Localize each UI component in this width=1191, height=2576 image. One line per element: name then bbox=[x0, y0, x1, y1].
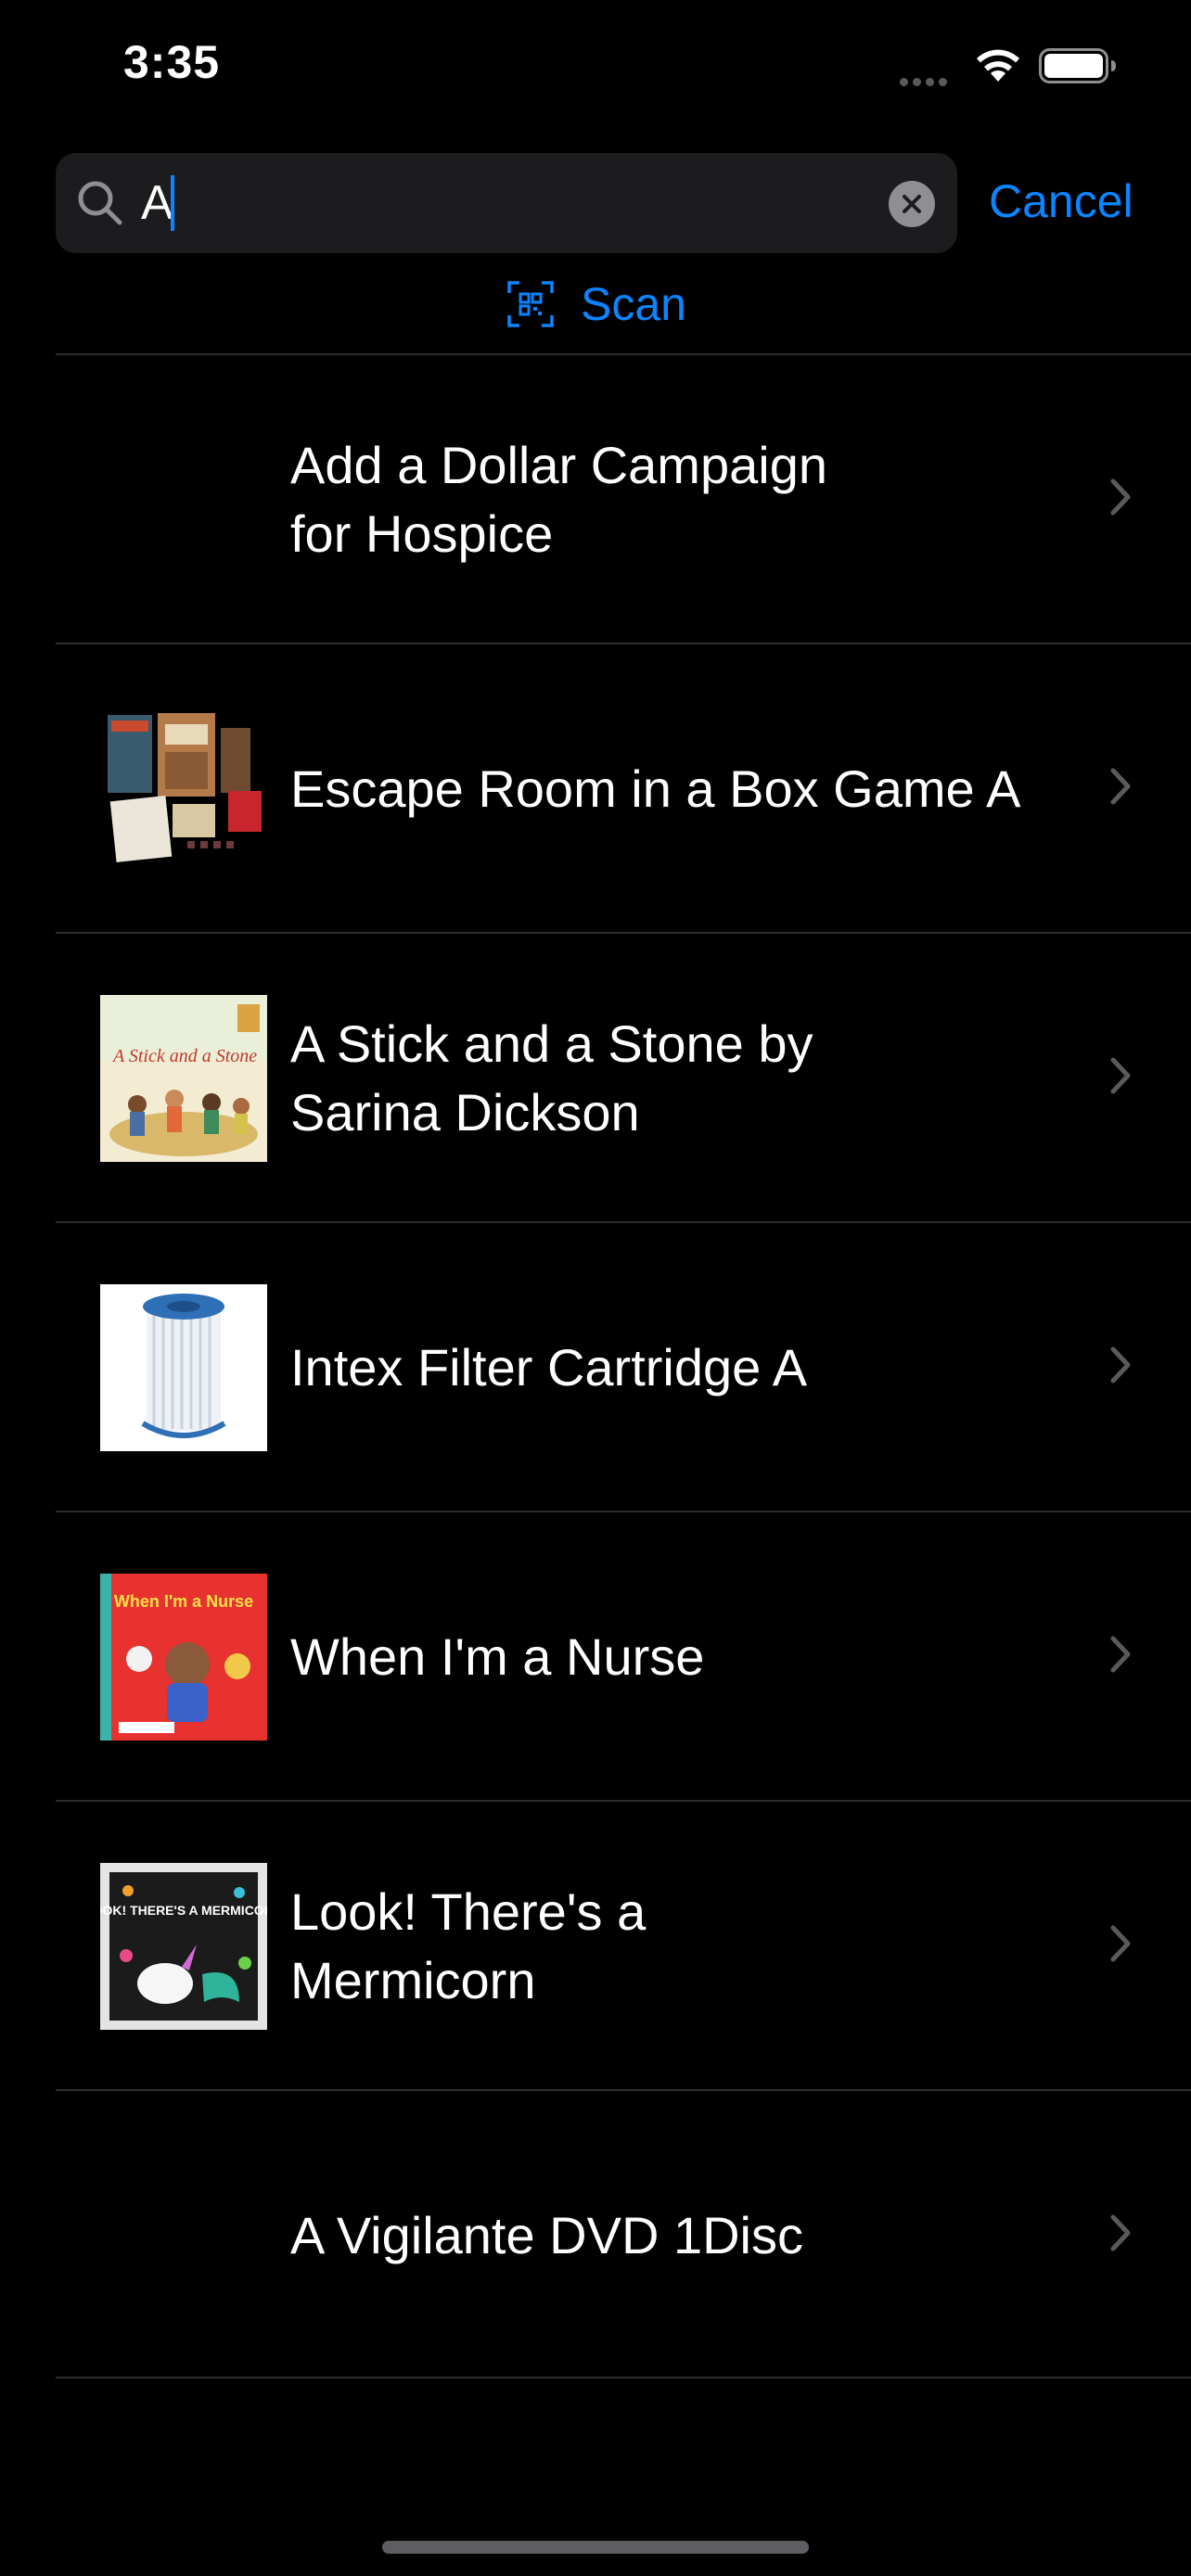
close-icon bbox=[903, 195, 921, 213]
home-indicator[interactable] bbox=[382, 2541, 809, 2554]
search-field[interactable]: A bbox=[56, 153, 957, 253]
search-input[interactable]: A bbox=[141, 175, 173, 231]
item-title: Add a Dollar Campaign for Hospice bbox=[290, 436, 827, 563]
svg-text:LOOK! THERE'S A MERMICORN: LOOK! THERE'S A MERMICORN bbox=[100, 1903, 267, 1918]
chevron-right-icon bbox=[1110, 2214, 1131, 2251]
item-title: When I'm a Nurse bbox=[290, 1627, 705, 1686]
screen: 3:35 A Cancel Scan Add a Dollar Campaign… bbox=[0, 0, 1191, 2576]
item-title: A Vigilante DVD 1Disc bbox=[290, 2206, 803, 2264]
game-box-thumbnail bbox=[100, 706, 267, 873]
list-item[interactable]: Add a Dollar Campaign for Hospice bbox=[56, 353, 1191, 643]
item-title: Look! There's a Mermicorn bbox=[290, 1882, 647, 2009]
book-cover-thumbnail: A Stick and a Stone bbox=[100, 995, 267, 1162]
status-time: 3:35 bbox=[123, 36, 221, 88]
chevron-right-icon bbox=[1110, 1057, 1131, 1094]
item-title: Escape Room in a Box Game A bbox=[290, 759, 1021, 818]
chevron-right-icon bbox=[1110, 478, 1131, 516]
item-title: A Stick and a Stone by Sarina Dickson bbox=[290, 1014, 813, 1141]
svg-text:When I'm a Nurse: When I'm a Nurse bbox=[114, 1592, 253, 1611]
results-list: Add a Dollar Campaign for Hospice Escape… bbox=[56, 353, 1191, 2378]
list-item[interactable]: A Stick and a Stone A Stick and a Stone … bbox=[56, 932, 1191, 1221]
chevron-right-icon bbox=[1110, 1636, 1131, 1673]
filter-cartridge-thumbnail bbox=[100, 1284, 267, 1451]
battery-icon bbox=[1039, 48, 1116, 83]
list-item[interactable]: A Vigilante DVD 1Disc bbox=[56, 2089, 1191, 2378]
scan-button[interactable]: Scan bbox=[506, 276, 686, 332]
cancel-button[interactable]: Cancel bbox=[989, 174, 1133, 228]
cellular-signal-icon bbox=[900, 74, 955, 86]
list-item[interactable]: When I'm a Nurse When I'm a Nurse bbox=[56, 1511, 1191, 1800]
chevron-right-icon bbox=[1110, 1925, 1131, 1962]
list-item[interactable]: Intex Filter Cartridge A bbox=[56, 1221, 1191, 1511]
text-caret bbox=[171, 175, 174, 231]
scan-label: Scan bbox=[581, 278, 686, 330]
qr-scan-icon bbox=[507, 281, 554, 327]
list-item[interactable]: LOOK! THERE'S A MERMICORN Look! There's … bbox=[56, 1800, 1191, 2089]
list-item[interactable]: Escape Room in a Box Game A bbox=[56, 643, 1191, 932]
chevron-right-icon bbox=[1110, 1346, 1131, 1384]
item-title: Intex Filter Cartridge A bbox=[290, 1338, 808, 1396]
status-bar: 3:35 bbox=[0, 0, 1191, 139]
chevron-right-icon bbox=[1110, 768, 1131, 805]
wifi-icon bbox=[977, 49, 1019, 82]
clear-search-button[interactable] bbox=[889, 181, 935, 227]
book-cover-thumbnail: LOOK! THERE'S A MERMICORN bbox=[100, 1863, 267, 2030]
search-icon bbox=[78, 181, 122, 225]
svg-text:A Stick and a Stone: A Stick and a Stone bbox=[111, 1046, 257, 1066]
book-cover-thumbnail: When I'm a Nurse bbox=[100, 1574, 267, 1741]
